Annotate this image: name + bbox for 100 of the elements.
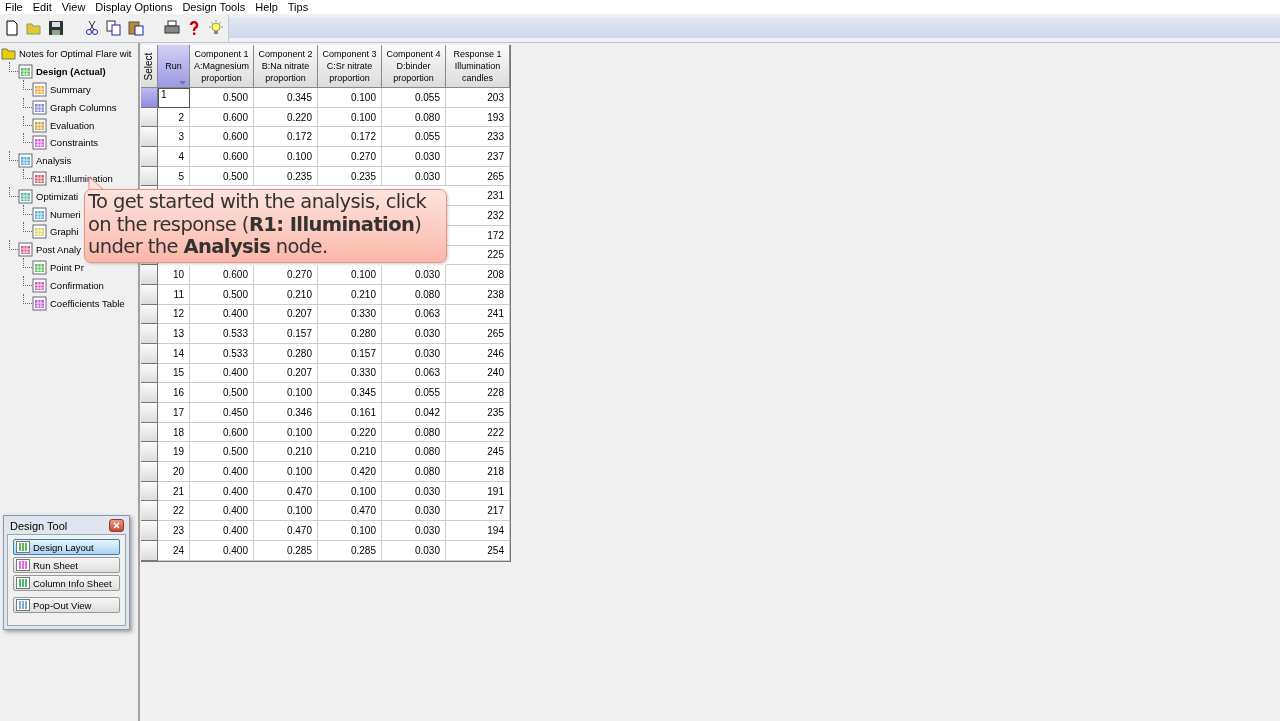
lightbulb-icon[interactable] (208, 20, 224, 36)
table-cell: 24 (158, 540, 190, 561)
close-button[interactable] (109, 519, 124, 532)
table-cell: 265 (446, 324, 510, 344)
table-cell: 0.055 (382, 127, 446, 148)
tree-item[interactable]: Point Pr (50, 261, 84, 273)
row-selector[interactable] (141, 403, 158, 423)
columns-icon (16, 541, 30, 553)
tree-item[interactable]: Numeri (50, 208, 81, 220)
menu-item[interactable]: View (56, 0, 91, 14)
table-cell: 0.063 (382, 304, 446, 325)
row-selector[interactable] (141, 462, 158, 482)
table-cell: 20 (158, 462, 190, 482)
table-cell: 0.042 (382, 403, 446, 423)
table-cell[interactable]: 1 (158, 88, 190, 108)
table-cell: 235 (446, 403, 510, 423)
save-icon[interactable] (48, 20, 64, 36)
tree-item[interactable]: R1:Illumination (50, 172, 113, 184)
menu-item[interactable]: Display Options (90, 0, 178, 14)
table-cell: 0.100 (254, 147, 318, 167)
chart-icon (32, 135, 47, 151)
tree-item[interactable]: Notes for Optimal Flare wit (19, 48, 132, 60)
new-file-icon[interactable] (4, 20, 20, 36)
row-selector[interactable] (141, 324, 158, 344)
table-cell: 0.345 (254, 88, 318, 108)
table-cell: 0.030 (382, 481, 446, 502)
tool-button[interactable]: Run Sheet (13, 557, 120, 573)
table-cell: 19 (158, 442, 190, 463)
row-selector[interactable] (141, 88, 158, 108)
tree-item[interactable]: Design (Actual) (36, 66, 106, 78)
tree-item[interactable]: Constraints (50, 137, 99, 149)
row-selector[interactable] (141, 127, 158, 148)
table-cell: 10 (158, 265, 190, 285)
menu-item[interactable]: Help (250, 0, 283, 14)
menu-item[interactable]: File (0, 0, 28, 14)
chart-icon (18, 242, 33, 258)
table-cell: 16 (158, 383, 190, 403)
table-cell: 193 (446, 107, 510, 128)
table-cell: 0.346 (254, 403, 318, 423)
columns-icon (16, 599, 30, 611)
column-header[interactable]: Response 1 Illumination candles (446, 45, 510, 88)
tree-item[interactable]: Optimizati (36, 190, 79, 202)
column-header[interactable]: Select (141, 45, 158, 88)
table-cell: 0.080 (382, 422, 446, 443)
tool-button[interactable]: Pop-Out View (13, 597, 120, 613)
chart-icon (18, 64, 33, 80)
menu-item[interactable]: Design Tools (177, 0, 251, 14)
table-cell: 0.420 (318, 462, 382, 482)
row-selector[interactable] (141, 147, 158, 167)
table-cell: 0.080 (382, 462, 446, 482)
table-cell: 15 (158, 363, 190, 384)
table-cell: 0.172 (318, 127, 382, 148)
tree-item[interactable]: Graphi (50, 226, 79, 238)
table-cell: 0.030 (382, 166, 446, 187)
table-cell: 0.055 (382, 383, 446, 403)
table-cell: 254 (446, 540, 510, 561)
column-header[interactable]: Component 1 A:Magnesium proportion (190, 45, 254, 88)
row-selector[interactable] (141, 383, 158, 403)
tool-button[interactable]: Design Layout (13, 539, 120, 555)
table-cell: 237 (446, 147, 510, 167)
chart-icon (32, 277, 47, 293)
table-cell: 0.270 (318, 147, 382, 167)
column-header[interactable]: Component 2 B:Na nitrate proportion (254, 45, 318, 88)
chart-icon (32, 99, 47, 115)
table-cell: 2 (158, 107, 190, 128)
table-cell: 0.080 (382, 284, 446, 305)
row-selector[interactable] (141, 501, 158, 522)
clipboard-icon[interactable] (128, 20, 144, 36)
tree-item[interactable]: Summary (50, 84, 91, 95)
row-selector[interactable] (141, 442, 158, 463)
table-cell: 241 (446, 304, 510, 325)
tree-item[interactable]: Analysis (36, 155, 72, 167)
column-header[interactable]: Run (158, 45, 190, 88)
table-cell: 0.220 (318, 422, 382, 443)
table-cell: 0.533 (190, 324, 254, 344)
tree-item[interactable]: Post Analy (36, 244, 81, 256)
scissors-icon[interactable] (84, 20, 100, 36)
tree-item[interactable]: Evaluation (50, 119, 95, 131)
table-cell: 218 (446, 462, 510, 482)
tree-item[interactable]: Confirmation (50, 279, 104, 291)
table-cell: 0.285 (318, 540, 382, 561)
table-cell: 0.100 (318, 265, 382, 285)
columns-icon (16, 577, 30, 589)
table-cell: 23 (158, 521, 190, 541)
table-cell: 222 (446, 422, 510, 443)
row-selector[interactable] (141, 521, 158, 541)
tool-button[interactable]: Column Info Sheet (13, 575, 120, 591)
column-header[interactable]: Component 3 C:Sr nitrate proportion (318, 45, 382, 88)
chart-icon (32, 170, 47, 186)
table-cell: 0.450 (190, 403, 254, 423)
copy-icon[interactable] (106, 20, 122, 36)
printer-icon[interactable] (164, 20, 180, 36)
column-header[interactable]: Component 4 D:binder proportion (382, 45, 446, 88)
menu-item[interactable]: Tips (282, 0, 314, 14)
tree-item[interactable]: Graph Columns (50, 101, 117, 113)
columns-icon (16, 559, 30, 571)
menu-item[interactable]: Edit (27, 0, 57, 14)
tree-item[interactable]: Coefficients Table (50, 297, 125, 309)
row-selector[interactable] (141, 265, 158, 285)
table-cell: 0.100 (318, 521, 382, 541)
